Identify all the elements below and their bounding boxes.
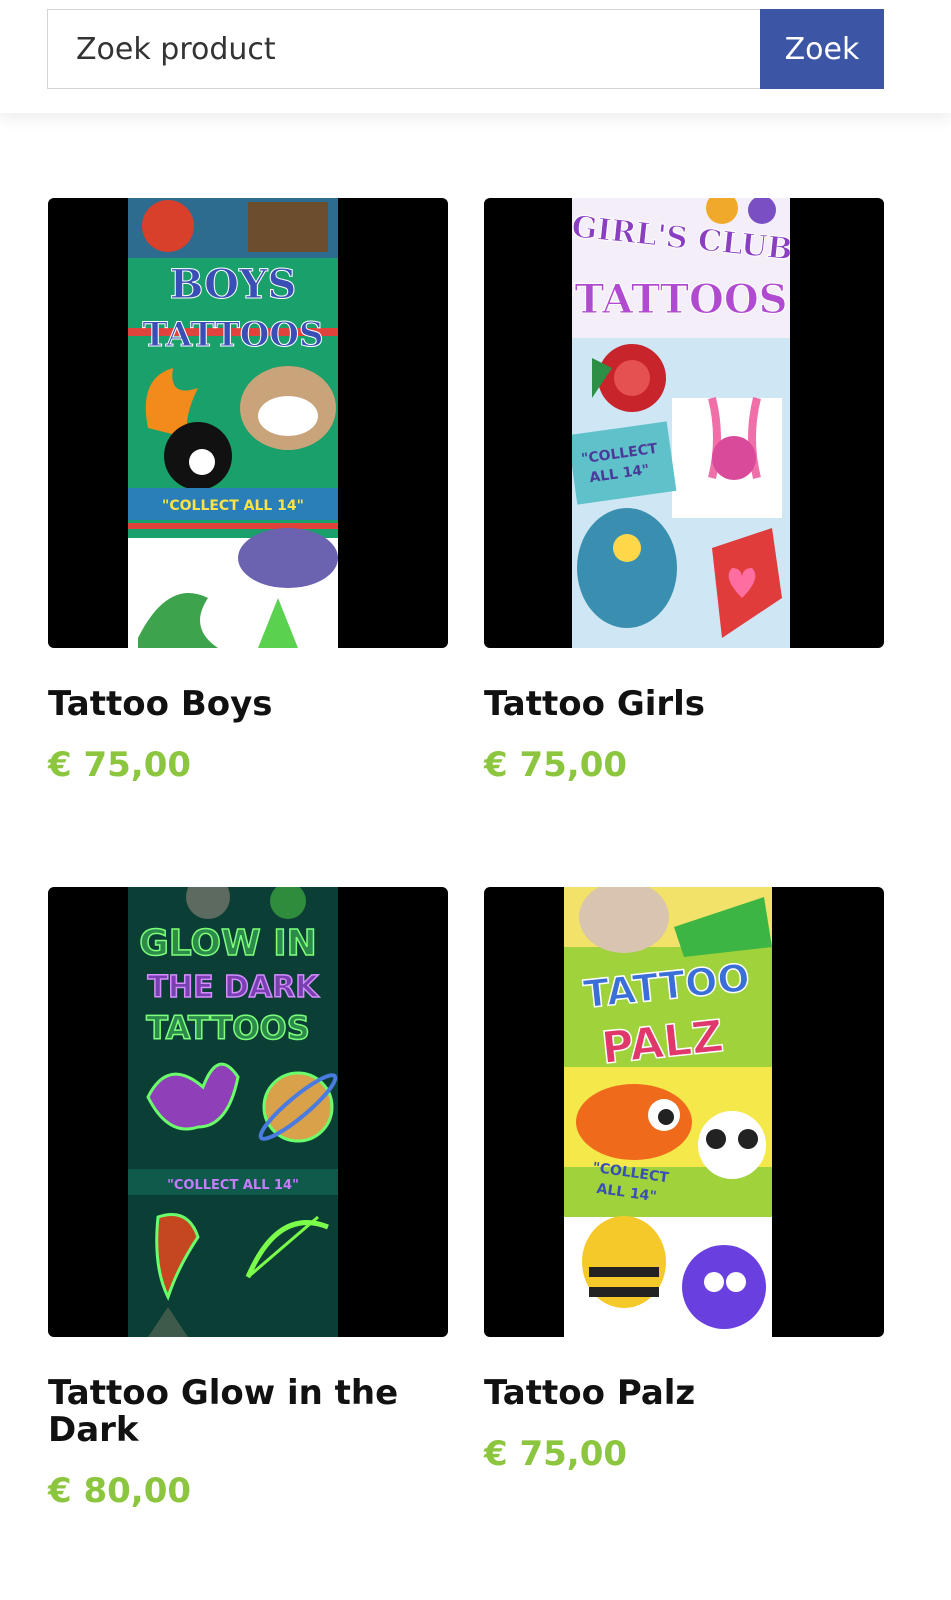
poster-text-2: TATTOOS [574,276,787,323]
glow-tattoo-poster: GLOW IN THE DARK TATTOOS "COLLECT ALL 14… [128,887,338,1337]
poster-text-2: THE DARK [148,970,321,1005]
search-button[interactable]: Zoek [760,9,884,89]
poster-text-1: GLOW IN [139,923,317,964]
product-price: € 75,00 [484,1434,628,1474]
poster-text-3: "COLLECT ALL 14" [162,498,304,514]
product-card-tattoo-glow-in-the-dark[interactable]: GLOW IN THE DARK TATTOOS "COLLECT ALL 14… [48,887,448,1511]
product-card-tattoo-boys[interactable]: BOYS TATTOOS "COLLECT ALL 14" Tattoo Boy… [48,198,448,785]
product-image[interactable]: GLOW IN THE DARK TATTOOS "COLLECT ALL 14… [48,887,448,1337]
poster-text-1: BOYS [170,261,297,308]
girls-tattoo-poster: GIRL'S CLUB TATTOOS "COLLECT ALL 14" [572,198,790,648]
product-price: € 80,00 [48,1471,192,1511]
boys-tattoo-poster: BOYS TATTOOS "COLLECT ALL 14" [128,198,338,648]
palz-tattoo-poster: TATTOO PALZ "COLLECT ALL 14" [564,887,772,1337]
poster-text-2: TATTOOS [142,315,323,355]
product-card-tattoo-girls[interactable]: GIRL'S CLUB TATTOOS "COLLECT ALL 14" Tat… [484,198,884,785]
product-title[interactable]: Tattoo Boys [48,686,448,723]
product-price: € 75,00 [484,745,628,785]
product-title[interactable]: Tattoo Glow in the Dark [48,1375,448,1449]
search-input[interactable] [47,9,760,89]
product-image[interactable]: TATTOO PALZ "COLLECT ALL 14" [484,887,884,1337]
product-price: € 75,00 [48,745,192,785]
poster-text-4: "COLLECT ALL 14" [167,1178,299,1193]
product-title[interactable]: Tattoo Girls [484,686,884,723]
search-bar: Zoek [0,0,951,113]
product-title[interactable]: Tattoo Palz [484,1375,884,1412]
product-image[interactable]: GIRL'S CLUB TATTOOS "COLLECT ALL 14" [484,198,884,648]
product-card-tattoo-palz[interactable]: TATTOO PALZ "COLLECT ALL 14" Tattoo Palz… [484,887,884,1474]
poster-text-3: TATTOOS [146,1009,309,1047]
product-image[interactable]: BOYS TATTOOS "COLLECT ALL 14" [48,198,448,648]
